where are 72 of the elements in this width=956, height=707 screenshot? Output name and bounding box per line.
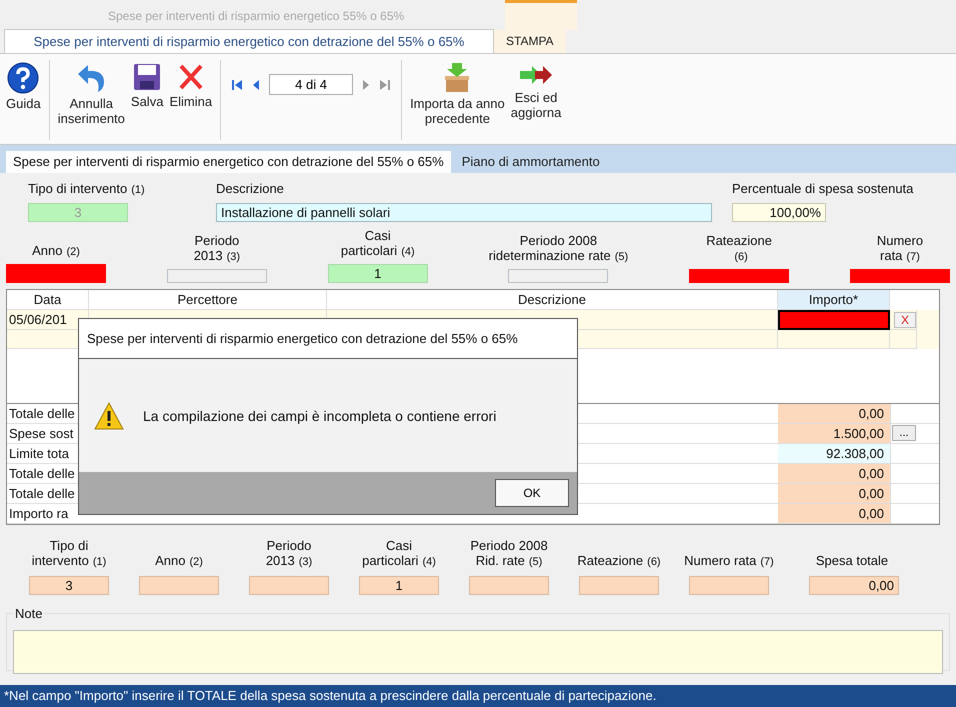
total-label: Totale delle (8, 465, 75, 483)
details-button[interactable]: ... (892, 425, 916, 441)
total-label: Limite tota (8, 445, 69, 463)
field-label: Periodo 2013 (3) (266, 538, 312, 570)
total-label: Totale delle (8, 485, 75, 503)
total-label: Importo ra (8, 505, 68, 523)
field-label: Tipo di intervento (1) (28, 181, 146, 197)
input-field[interactable] (6, 264, 106, 283)
page-tab[interactable]: Piano di ammortamento (454, 151, 607, 173)
field-label: Casi particolari (4) (340, 228, 415, 260)
total-value: 0,00 (778, 504, 890, 523)
total-value: 92.308,00 (778, 444, 890, 463)
input-field[interactable] (850, 269, 950, 283)
page-tab[interactable]: Spese per interventi di risparmio energetico con detrazione del 55% o 65% (6, 151, 451, 173)
field-label: Rateazione (6) (577, 553, 661, 570)
previous-record-icon[interactable] (251, 78, 262, 92)
field-label: Anno (2) (155, 553, 203, 570)
field-label: Numero rata (7) (876, 233, 924, 265)
help-button[interactable]: Guida (4, 62, 43, 111)
dialog-title: Spese per interventi di risparmio energetico con detrazione del 55% o 65% (79, 319, 577, 359)
field-label: Percentuale di spesa sostenuta (732, 181, 914, 197)
first-record-icon[interactable] (231, 78, 244, 92)
total-label: Spese sost (8, 425, 74, 443)
note-field[interactable] (13, 630, 943, 674)
field-label: Descrizione (216, 181, 285, 197)
output-field: 0,00 (809, 576, 899, 595)
next-record-icon[interactable] (361, 78, 372, 92)
exit-button[interactable]: Esci ed aggiorna (508, 62, 564, 120)
import-button[interactable]: Importa da anno precedente (408, 62, 507, 126)
total-value: 1.500,00 (778, 424, 890, 443)
total-value: 0,00 (778, 404, 890, 423)
warning-icon (93, 400, 125, 430)
output-field: 3 (29, 576, 109, 595)
field-label: Rateazione (6) (706, 233, 772, 265)
total-label: Totale delle (8, 405, 75, 423)
import-box-icon (443, 62, 472, 94)
field-label: Periodo 2008 Rid. rate (5) (470, 538, 548, 570)
input-field[interactable] (689, 269, 790, 283)
field-label: Anno (2) (32, 243, 80, 260)
input-field[interactable]: 100,00% (732, 203, 826, 222)
field-label: Numero rata (7) (684, 553, 774, 570)
column-header: Percettore (89, 290, 327, 310)
status-bar: *Nel campo "Importo" inserire il TOTALE della spesa sostenuta a prescindere dalla percentuale di partecipazione. (0, 685, 956, 707)
field-label: Periodo 2013 (3) (194, 233, 240, 265)
delete-button[interactable]: Elimina (167, 62, 214, 109)
delete-row-button[interactable]: X (894, 312, 916, 328)
ribbon-tab[interactable]: Spese per interventi di risparmio energetico con detrazione del 55% o 65% (4, 29, 494, 53)
save-button[interactable]: Salva (128, 62, 166, 109)
total-value: 0,00 (778, 464, 890, 483)
input-field[interactable]: 1 (328, 264, 428, 283)
ribbon-tab[interactable]: STAMPA (494, 30, 566, 53)
record-position-field[interactable]: 4 di 4 (269, 74, 354, 95)
field-label: Casi particolari (4) (362, 538, 436, 570)
tab-highlight (505, 0, 577, 30)
group-label: Note (13, 606, 44, 621)
ok-button[interactable]: OK (495, 479, 569, 507)
column-header: Descrizione (327, 290, 778, 310)
column-header: Importo* (778, 290, 890, 310)
input-field[interactable] (778, 310, 890, 330)
field-label: Tipo di intervento (1) (32, 538, 106, 570)
field-label: Spesa totale (816, 553, 890, 570)
delete-cross-icon (178, 62, 204, 92)
dialog-message: La compilazione dei campi è incompleta o contiene errori (143, 408, 496, 424)
last-record-icon[interactable] (379, 78, 392, 92)
window-title: Spese per interventi di risparmio energetico 55% o 65% (108, 8, 406, 25)
input-field[interactable]: Installazione di pannelli solari (216, 203, 712, 222)
output-field: 1 (359, 576, 439, 595)
help-icon (7, 62, 40, 94)
field-label: Periodo 2008 rideterminazione rate (5) (488, 233, 628, 265)
column-header: Data (7, 290, 89, 310)
total-value: 0,00 (778, 484, 890, 503)
undo-button[interactable]: Annulla inserimento (56, 62, 127, 126)
